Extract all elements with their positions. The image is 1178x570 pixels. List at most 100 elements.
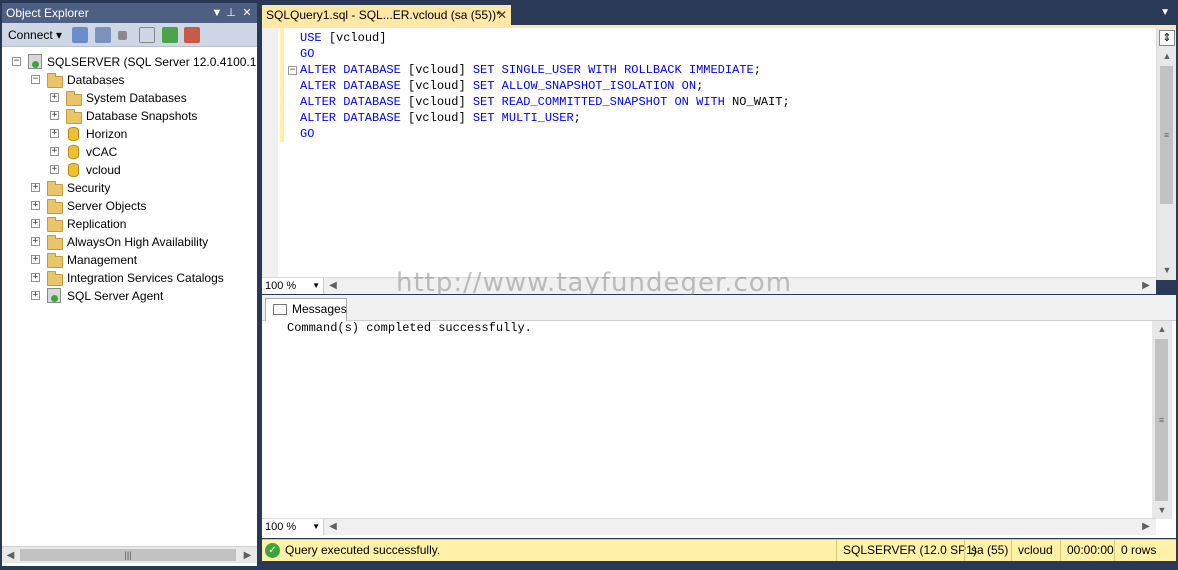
tree-node-label: vcloud: [86, 163, 121, 177]
tree-node-sql-server-agent[interactable]: + SQL Server Agent: [2, 287, 257, 305]
sql-keyword: SET MULTI_USER: [472, 111, 574, 125]
tree-node-vcloud[interactable]: + vcloud: [2, 161, 257, 179]
status-bar: ✓ Query executed successfully. SQLSERVER…: [262, 539, 1176, 561]
tree-node-horizon[interactable]: + Horizon: [2, 125, 257, 143]
sql-identifier: ;: [753, 63, 761, 77]
code-line[interactable]: GO: [300, 126, 790, 142]
close-panel-icon[interactable]: ✕: [240, 3, 254, 23]
folder-icon: [47, 235, 63, 250]
expand-icon[interactable]: +: [50, 93, 59, 102]
sql-identifier: ;: [696, 79, 704, 93]
tab-sqlquery1[interactable]: SQLQuery1.sql - SQL...ER.vcloud (sa (55)…: [262, 5, 511, 25]
query-editor[interactable]: − USE [vcloud] GO ALTER DATABASE [vcloud] …: [262, 25, 1176, 280]
scroll-left-icon[interactable]: ◀: [325, 519, 341, 535]
editor-gutter: [262, 28, 278, 280]
tree-node-integration-services[interactable]: + Integration Services Catalogs: [2, 269, 257, 287]
expand-icon[interactable]: +: [50, 129, 59, 138]
sql-keyword: ALTER DATABASE: [300, 79, 409, 93]
sql-keyword: GO: [300, 127, 315, 141]
connect-button[interactable]: Connect ▾: [8, 27, 62, 43]
tree-node-label: Horizon: [86, 127, 128, 141]
chevron-down-icon: ▼: [312, 281, 320, 290]
close-tab-icon[interactable]: ✕: [497, 5, 507, 25]
scroll-left-icon[interactable]: ◀: [325, 278, 341, 294]
folder-icon: [66, 109, 82, 124]
object-explorer-hscrollbar[interactable]: ◀ ||| ▶: [2, 546, 257, 563]
status-user: sa (55): [964, 540, 1014, 561]
connect-object-explorer-icon[interactable]: [72, 27, 88, 43]
expand-icon[interactable]: +: [31, 219, 40, 228]
results-vscrollbar[interactable]: ▲ ≡ ▼: [1152, 321, 1172, 519]
code-line[interactable]: USE [vcloud]: [300, 30, 790, 46]
window-position-dropdown-icon[interactable]: ▼: [210, 3, 224, 23]
expand-icon[interactable]: +: [31, 255, 40, 264]
sql-identifier: [vcloud]: [408, 111, 473, 125]
scroll-left-icon[interactable]: ◀: [2, 547, 19, 564]
tab-messages[interactable]: Messages: [265, 298, 347, 321]
expand-icon[interactable]: +: [50, 111, 59, 120]
tree-node-vcac[interactable]: + vCAC: [2, 143, 257, 161]
activity-monitor-icon[interactable]: [184, 27, 200, 43]
agent-icon: [47, 288, 61, 303]
tree-node-server-objects[interactable]: + Server Objects: [2, 197, 257, 215]
editor-zoom-dropdown[interactable]: 100 % ▼: [262, 278, 324, 294]
code-line[interactable]: ALTER DATABASE [vcloud] SET ALLOW_SNAPSH…: [300, 78, 790, 94]
editor-vscrollbar[interactable]: ⇕ ▲ ≡ ▼: [1156, 28, 1176, 280]
collapse-icon[interactable]: −: [31, 75, 40, 84]
tree-node-database-snapshots[interactable]: + Database Snapshots: [2, 107, 257, 125]
sql-identifier: [vcloud]: [408, 63, 473, 77]
change-tracking-bar: [280, 28, 284, 142]
scroll-right-icon[interactable]: ▶: [239, 547, 256, 564]
folder-icon: [47, 271, 63, 286]
code-line[interactable]: ALTER DATABASE [vcloud] SET READ_COMMITT…: [300, 94, 790, 110]
database-icon: [68, 127, 79, 141]
scroll-thumb[interactable]: |||: [20, 549, 236, 561]
collapse-icon[interactable]: −: [12, 57, 21, 66]
sql-keyword: SET SINGLE_USER WITH ROLLBACK IMMEDIATE: [472, 63, 754, 77]
object-explorer-toolbar: Connect ▾: [2, 23, 257, 47]
expand-icon[interactable]: +: [50, 165, 59, 174]
tree-node-label: Database Snapshots: [86, 109, 198, 123]
tree-node-security[interactable]: + Security: [2, 179, 257, 197]
tree-node-management[interactable]: + Management: [2, 251, 257, 269]
auto-hide-pin-icon[interactable]: ⊥: [224, 3, 238, 23]
scroll-up-icon[interactable]: ▲: [1157, 48, 1177, 64]
refresh-icon[interactable]: [162, 27, 178, 43]
outline-collapse-icon[interactable]: −: [288, 66, 297, 75]
code-line[interactable]: GO: [300, 46, 790, 62]
scroll-thumb[interactable]: ≡: [1160, 66, 1173, 204]
disconnect-icon[interactable]: [95, 27, 111, 43]
tree-node-replication[interactable]: + Replication: [2, 215, 257, 233]
tree-node-alwayson[interactable]: + AlwaysOn High Availability: [2, 233, 257, 251]
tree-node-server[interactable]: − SQLSERVER (SQL Server 12.0.4100.1 - sa…: [2, 53, 257, 71]
scroll-down-icon[interactable]: ▼: [1157, 262, 1177, 278]
folder-icon: [47, 199, 63, 214]
code-line[interactable]: ALTER DATABASE [vcloud] SET SINGLE_USER …: [300, 62, 790, 78]
tree-node-system-databases[interactable]: + System Databases: [2, 89, 257, 107]
sql-identifier: NO_WAIT;: [732, 95, 790, 109]
results-zoom-dropdown[interactable]: 100 % ▼: [262, 519, 324, 535]
expand-icon[interactable]: +: [31, 273, 40, 282]
scroll-thumb[interactable]: ≡: [1155, 339, 1168, 501]
scroll-up-icon[interactable]: ▲: [1152, 321, 1172, 337]
scroll-right-icon[interactable]: ▶: [1138, 278, 1154, 294]
scroll-right-icon[interactable]: ▶: [1138, 519, 1154, 535]
expand-icon[interactable]: +: [31, 291, 40, 300]
tab-overflow-icon[interactable]: ▼: [1160, 7, 1170, 18]
expand-icon[interactable]: +: [31, 183, 40, 192]
sql-code[interactable]: USE [vcloud] GO ALTER DATABASE [vcloud] SE…: [300, 30, 790, 142]
code-line[interactable]: ALTER DATABASE [vcloud] SET MULTI_USER;: [300, 110, 790, 126]
folder-icon: [47, 253, 63, 268]
scroll-down-icon[interactable]: ▼: [1152, 502, 1172, 518]
sql-keyword: ALTER DATABASE: [300, 95, 409, 109]
expand-icon[interactable]: +: [31, 201, 40, 210]
object-explorer-tree: − SQLSERVER (SQL Server 12.0.4100.1 - sa…: [2, 49, 257, 545]
split-window-icon[interactable]: ⇕: [1159, 30, 1175, 46]
expand-icon[interactable]: +: [31, 237, 40, 246]
filter-icon[interactable]: [139, 27, 155, 43]
expand-icon[interactable]: +: [50, 147, 59, 156]
database-icon: [68, 145, 79, 159]
tree-node-databases[interactable]: − Databases: [2, 71, 257, 89]
tree-node-label: SQL Server Agent: [67, 289, 164, 303]
stop-icon[interactable]: [118, 31, 127, 40]
